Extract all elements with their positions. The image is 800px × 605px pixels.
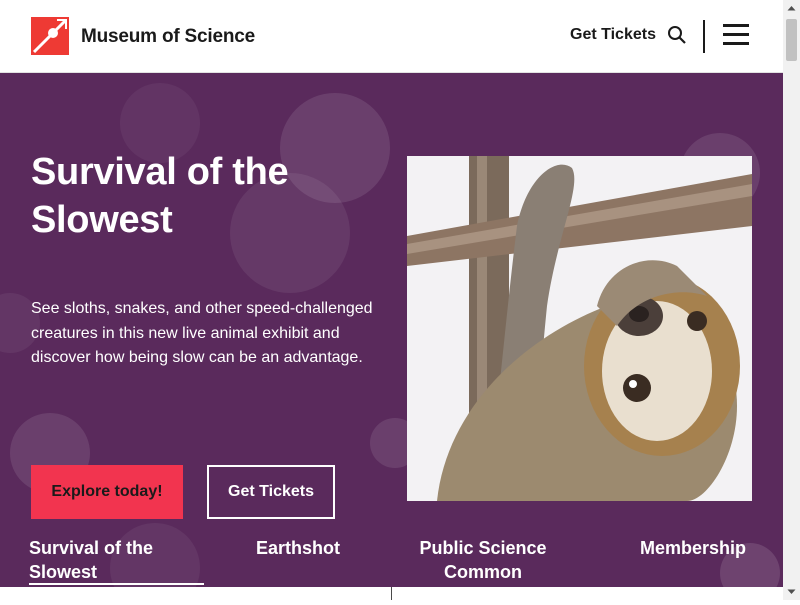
tab-survival-of-the-slowest[interactable]: Survival of the Slowest	[29, 536, 209, 584]
hero-title: Survival of the Slowest	[31, 151, 289, 241]
content-divider	[391, 587, 392, 600]
scroll-up-arrow-icon[interactable]	[783, 0, 800, 17]
site-header: Museum of Science Get Tickets	[0, 0, 783, 73]
site-name[interactable]: Museum of Science	[81, 26, 255, 48]
scroll-down-arrow-icon[interactable]	[783, 583, 800, 600]
page-scrollbar[interactable]	[783, 0, 800, 600]
header-divider	[703, 20, 705, 53]
tab-membership[interactable]: Membership	[640, 536, 770, 560]
explore-today-button[interactable]: Explore today!	[31, 465, 183, 519]
get-tickets-button[interactable]: Get Tickets	[207, 465, 335, 519]
search-icon[interactable]	[666, 24, 688, 46]
hero-section: Survival of the Slowest See sloths, snak…	[0, 73, 783, 600]
tab-public-science-common[interactable]: Public Science Common	[408, 536, 558, 584]
hero-description: See sloths, snakes, and other speed-chal…	[31, 300, 373, 366]
tab-earthshot[interactable]: Earthshot	[256, 536, 376, 560]
hamburger-menu-icon[interactable]	[723, 24, 749, 46]
museum-logo-icon[interactable]	[31, 17, 69, 55]
scroll-thumb[interactable]	[786, 19, 797, 61]
sloth-photo	[407, 156, 752, 501]
get-tickets-link[interactable]: Get Tickets	[570, 26, 656, 44]
active-tab-indicator	[29, 583, 204, 585]
